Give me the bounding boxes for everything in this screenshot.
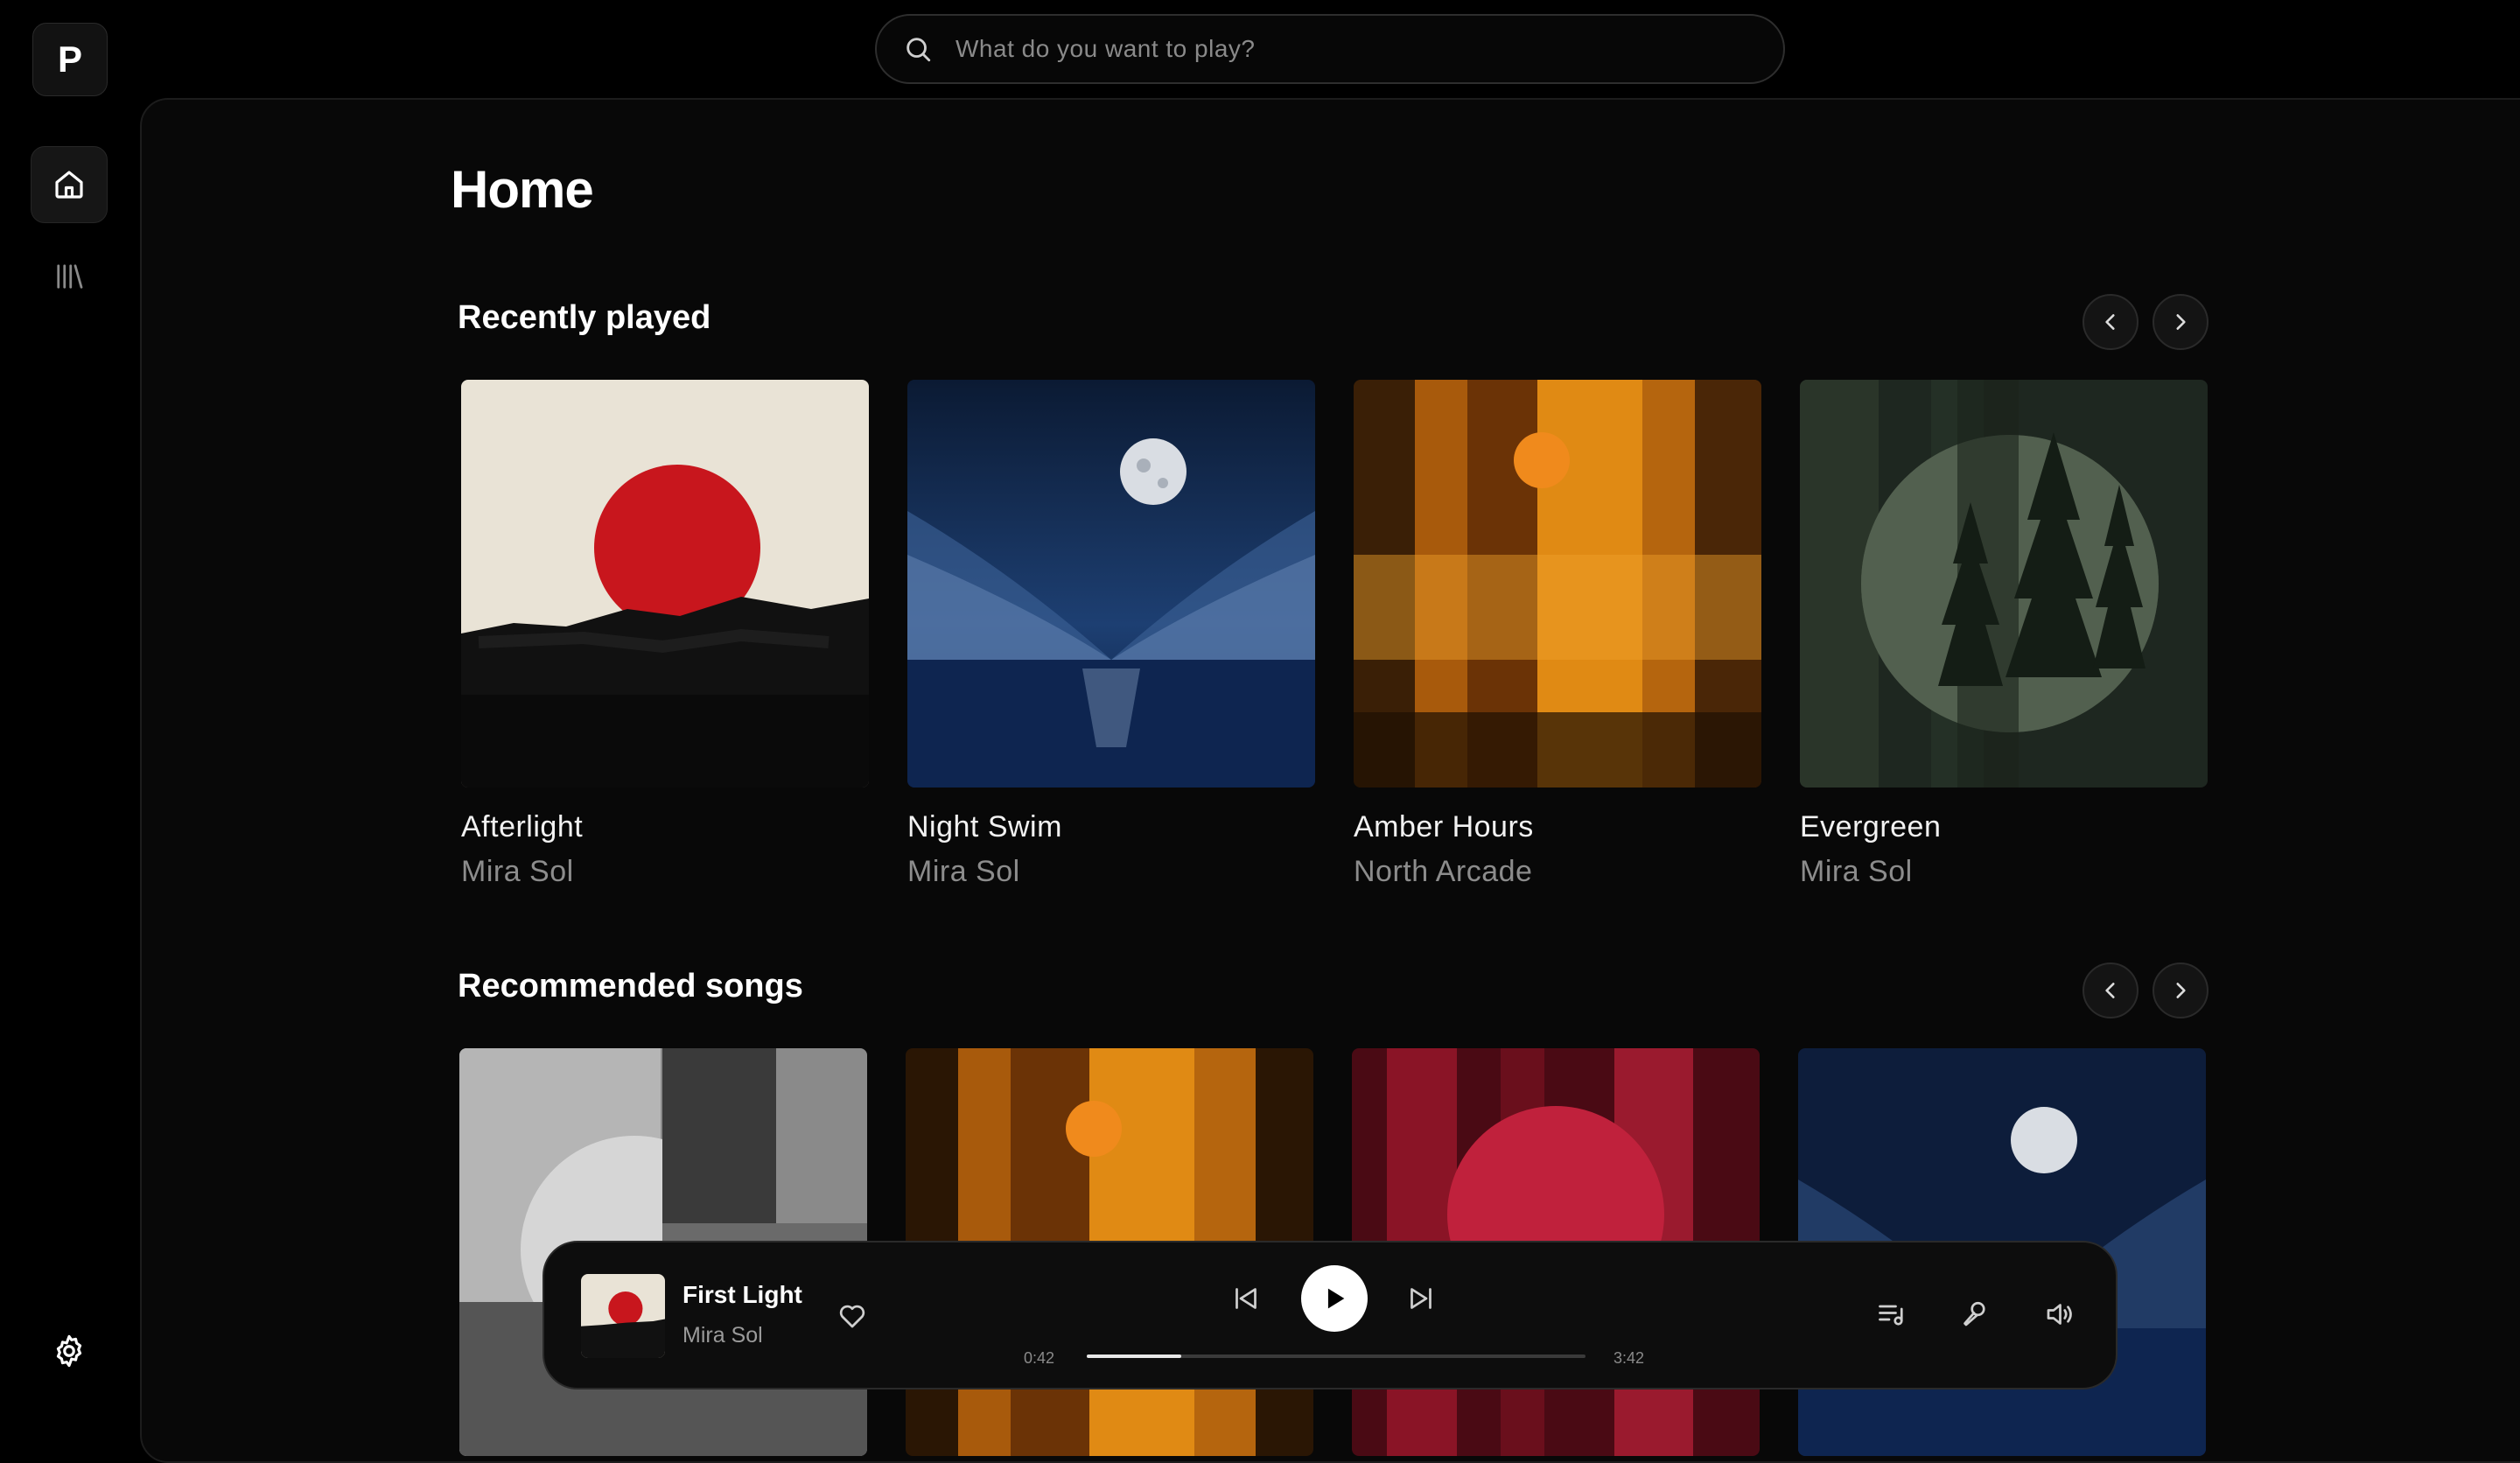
nav-home-button[interactable] xyxy=(31,146,108,223)
album-artist[interactable]: Mira Sol xyxy=(461,855,869,889)
nav-settings-button[interactable] xyxy=(31,1312,108,1390)
lyrics-button[interactable] xyxy=(1958,1298,1990,1330)
play-button[interactable] xyxy=(1301,1265,1368,1332)
total-duration: 3:42 xyxy=(1614,1349,1645,1367)
skip-forward-icon xyxy=(1410,1288,1432,1309)
album-art xyxy=(1800,380,2208,788)
album-artist[interactable]: Mira Sol xyxy=(907,855,1315,889)
chevron-right-icon xyxy=(2176,983,2186,998)
elapsed-time: 0:42 xyxy=(1024,1349,1055,1367)
gear-icon xyxy=(56,1334,82,1368)
recommended-next-button[interactable] xyxy=(2152,962,2208,1018)
progress-bar[interactable] xyxy=(1087,1354,1586,1358)
album-card[interactable]: Afterlight Mira Sol xyxy=(461,380,869,889)
play-icon xyxy=(1327,1288,1345,1309)
page-title: Home xyxy=(451,160,594,219)
skip-back-icon xyxy=(1236,1288,1256,1309)
now-playing-art[interactable] xyxy=(581,1274,665,1358)
heart-icon xyxy=(839,1305,865,1328)
app-logo[interactable]: P xyxy=(32,23,108,96)
section-title-recently-played: Recently played xyxy=(458,299,711,336)
search-icon xyxy=(906,38,931,62)
chevron-left-icon xyxy=(2105,983,2115,998)
library-icon xyxy=(57,264,83,289)
album-art xyxy=(907,380,1315,788)
search-input[interactable] xyxy=(954,34,1745,64)
album-card[interactable]: Night Swim Mira Sol xyxy=(907,380,1315,889)
volume-icon xyxy=(2047,1304,2072,1325)
chevron-left-icon xyxy=(2105,314,2115,330)
nav-library-button[interactable] xyxy=(31,238,108,315)
now-playing-bar: First Light Mira Sol 0:42 3:42 xyxy=(542,1241,2118,1390)
progress-fill xyxy=(1087,1354,1182,1358)
volume-button[interactable] xyxy=(2042,1298,2076,1330)
album-art xyxy=(461,380,869,788)
album-artist[interactable]: North Arcade xyxy=(1354,855,1761,889)
album-title: Night Swim xyxy=(907,810,1062,844)
now-playing-artist[interactable]: Mira Sol xyxy=(682,1323,763,1348)
album-title: Afterlight xyxy=(461,810,584,844)
album-card[interactable]: Amber Hours North Arcade xyxy=(1354,380,1761,889)
next-track-button[interactable] xyxy=(1405,1283,1437,1314)
home-icon xyxy=(55,171,83,199)
recently-played-prev-button[interactable] xyxy=(2082,294,2138,350)
album-card[interactable]: Evergreen Mira Sol xyxy=(1800,380,2208,889)
recommended-prev-button[interactable] xyxy=(2082,962,2138,1018)
queue-icon xyxy=(1879,1305,1903,1326)
album-title: Evergreen xyxy=(1800,810,1942,844)
album-artist[interactable]: Mira Sol xyxy=(1800,855,2208,889)
section-title-recommended: Recommended songs xyxy=(458,968,803,1004)
like-button[interactable] xyxy=(836,1300,868,1332)
chevron-right-icon xyxy=(2176,314,2186,330)
microphone-icon xyxy=(1964,1301,1985,1326)
previous-track-button[interactable] xyxy=(1230,1283,1262,1314)
album-art xyxy=(1354,380,1761,788)
now-playing-title[interactable]: First Light xyxy=(682,1281,802,1309)
search-bar[interactable] xyxy=(875,14,1785,84)
album-title: Amber Hours xyxy=(1354,810,1534,844)
recently-played-next-button[interactable] xyxy=(2152,294,2208,350)
queue-button[interactable] xyxy=(1876,1298,1908,1330)
